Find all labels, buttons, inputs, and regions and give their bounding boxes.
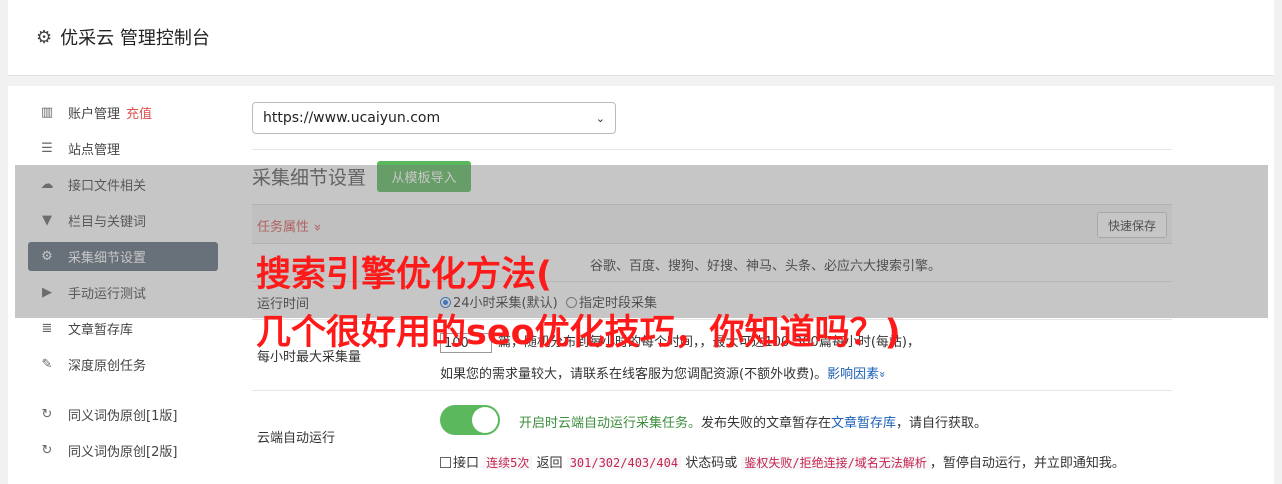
code-errors: 鉴权失败/拒绝连接/域名无法解析	[741, 456, 930, 470]
cloud-run-text-a: 接口	[453, 456, 480, 471]
impact-factors-link[interactable]: 影响因素»	[827, 367, 890, 382]
app-title-text: 优采云 管理控制台	[60, 28, 210, 49]
gear-icon[interactable]: ⚙	[36, 27, 52, 48]
sidebar-item-synonym-v1[interactable]: ↻ 同义词伪原创[1版]	[28, 400, 218, 429]
chevron-down-icon: »	[876, 371, 890, 378]
cloud-run-text-b: 返回	[536, 456, 563, 471]
code-status: 301/302/403/404	[566, 456, 682, 470]
recharge-link[interactable]: 充值	[126, 103, 152, 122]
impact-factors-label: 影响因素	[827, 367, 880, 382]
app-title: ⚙ 优采云 管理控制台	[36, 24, 210, 50]
overlay-headline-2: 几个很好用的seo优化技巧，你知道吗？)	[256, 313, 901, 353]
cloud-run-line2: 接口 连续5次 返回 301/302/403/404 状态码或 鉴权失败/拒绝连…	[440, 452, 1125, 471]
sidebar-item-account[interactable]: ▥ 账户管理 充值	[28, 98, 218, 127]
cloud-run-toggle[interactable]	[440, 405, 500, 435]
cloud-run-line1: 开启时云端自动运行采集任务。发布失败的文章暂存在文章暂存库，请自行获取。	[519, 412, 987, 431]
site-select-value: https://www.ucaiyun.com	[263, 110, 441, 126]
sidebar-item-label: 文章暂存库	[68, 323, 134, 338]
sidebar-item-label: 深度原创任务	[68, 359, 147, 374]
cloud-run-green-text: 开启时云端自动运行采集任务。	[519, 416, 702, 431]
cloud-run-text-c: 状态码或	[685, 456, 738, 471]
server-icon: ☰	[41, 141, 53, 156]
notify-checkbox[interactable]	[440, 457, 451, 468]
refresh-icon: ↻	[41, 407, 53, 422]
sidebar-item-synonym-v2[interactable]: ↻ 同义词伪原创[2版]	[28, 436, 218, 465]
gray-overlay-band	[15, 165, 1268, 318]
article-store-link[interactable]: 文章暂存库	[831, 416, 896, 431]
chevron-down-icon: ⌄	[595, 111, 605, 125]
max-collect-note: 如果您的需求量较大，请联系在线客服为您调配资源(不额外收费)。	[440, 367, 828, 382]
refresh-icon: ↻	[41, 443, 53, 458]
sidebar-item-label: 账户管理	[68, 107, 121, 122]
code-consecutive: 连续5次	[483, 456, 533, 470]
cloud-run-text-d: ，暂停自动运行，并立即通知我。	[929, 456, 1125, 471]
sidebar-item-label: 同义词伪原创[1版]	[68, 409, 178, 424]
sidebar-item-label: 站点管理	[68, 143, 121, 158]
sidebar-divider	[28, 386, 218, 400]
divider	[252, 390, 1172, 391]
sidebar-item-article-store[interactable]: ≣ 文章暂存库	[28, 314, 218, 343]
cloud-run-tail-text: ，请自行获取。	[896, 416, 988, 431]
overlay-headline-1: 搜索引擎优化方法(	[256, 255, 552, 295]
edit-icon: ✎	[41, 357, 53, 372]
header-card: ⚙ 优采云 管理控制台	[8, 0, 1274, 76]
toggle-knob	[472, 407, 498, 433]
sidebar-item-deep-original[interactable]: ✎ 深度原创任务	[28, 350, 218, 379]
scrollbar[interactable]	[1274, 0, 1282, 484]
sidebar-item-sites[interactable]: ☰ 站点管理	[28, 134, 218, 163]
divider	[252, 149, 1172, 150]
cloud-run-mid-text: 发布失败的文章暂存在	[701, 416, 832, 431]
database-icon: ≣	[41, 321, 53, 336]
site-select[interactable]: https://www.ucaiyun.com ⌄	[252, 102, 616, 134]
max-collect-line2: 如果您的需求量较大，请联系在线客服为您调配资源(不额外收费)。影响因素»	[440, 363, 890, 382]
sidebar-item-label: 同义词伪原创[2版]	[68, 445, 178, 460]
bar-chart-icon: ▥	[40, 105, 54, 120]
cloud-run-label: 云端自动运行	[257, 431, 336, 446]
